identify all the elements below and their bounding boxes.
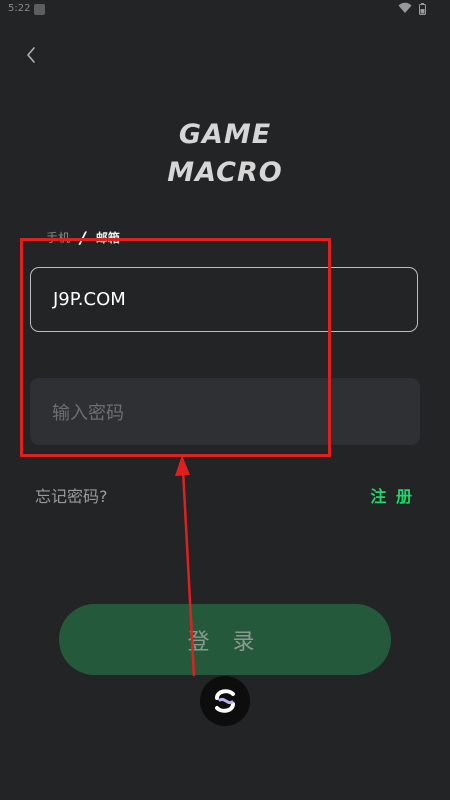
status-time: 5:22	[8, 3, 31, 14]
register-link[interactable]: 注 册	[370, 483, 414, 507]
battery-icon	[419, 3, 426, 15]
tab-phone[interactable]: 手机	[46, 229, 70, 246]
wifi-icon	[398, 2, 412, 13]
email-input-value: J9P.COM	[53, 289, 126, 310]
password-placeholder: 输入密码	[52, 402, 124, 424]
logo-line-macro: MACRO	[167, 157, 283, 188]
status-bar: 5:22	[0, 0, 450, 20]
back-button[interactable]	[18, 42, 44, 68]
app-logo: GAME MACRO	[0, 116, 450, 192]
notification-app-icon	[34, 4, 45, 15]
tab-separator: /	[80, 227, 86, 247]
back-chevron-icon	[27, 47, 35, 63]
floating-widget-button[interactable]	[200, 676, 250, 726]
logo-line-game: GAME	[178, 119, 272, 150]
floating-widget-icon	[215, 689, 235, 713]
password-input[interactable]: 输入密码	[30, 378, 420, 445]
login-button[interactable]: 登 录	[59, 604, 391, 675]
login-method-tabs: 手机 / 邮箱	[46, 227, 120, 247]
forgot-password-link[interactable]: 忘记密码?	[35, 483, 108, 507]
login-button-label: 登 录	[187, 629, 263, 655]
tab-email[interactable]: 邮箱	[96, 229, 120, 246]
email-input[interactable]: J9P.COM	[30, 267, 418, 332]
